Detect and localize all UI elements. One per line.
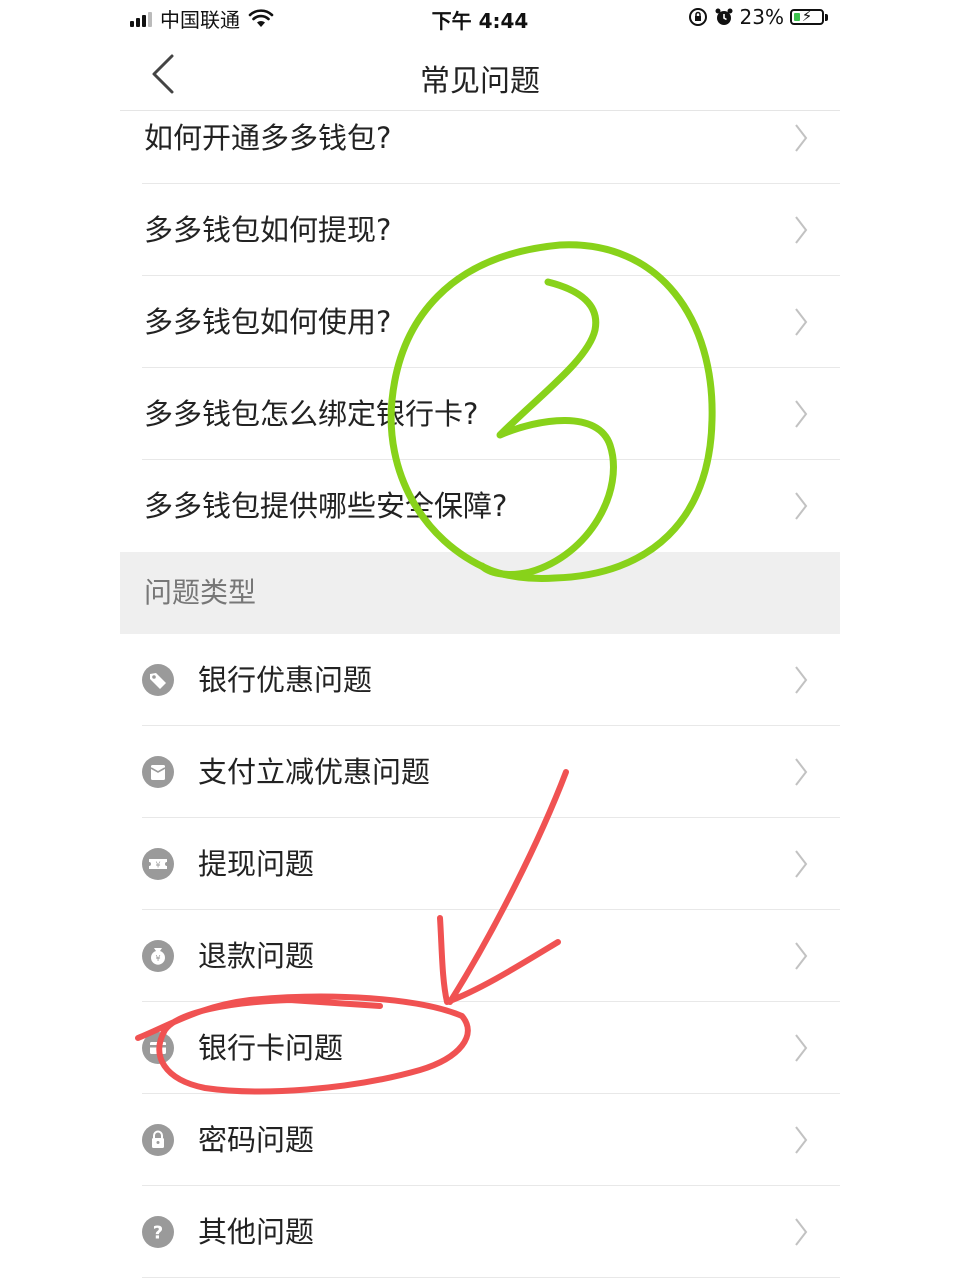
category-payment-discount[interactable]: 支付立减优惠问题: [120, 726, 840, 818]
status-right: 23% ⚡: [688, 5, 828, 29]
category-refund[interactable]: ¥ 退款问题: [120, 910, 840, 1002]
category-bank-card[interactable]: 银行卡问题: [120, 1002, 840, 1094]
chevron-right-icon: [795, 400, 808, 428]
battery-percent: 23%: [739, 5, 784, 29]
chevron-left-icon: [152, 54, 174, 94]
category-label: 密码问题: [198, 1123, 315, 1157]
faq-item-label: 多多钱包如何使用?: [144, 305, 392, 339]
category-list: 银行优惠问题 支付立减优惠问题 ¥ 提现问题 ¥ 退款问题 银行卡问题 密码问题…: [120, 634, 840, 1278]
chevron-right-icon: [795, 124, 808, 152]
category-label: 其他问题: [198, 1215, 315, 1249]
status-bar: 中国联通 下午 4:44 23% ⚡: [120, 0, 840, 36]
faq-item-label: 如何开通多多钱包?: [144, 121, 392, 155]
svg-text:¥: ¥: [155, 861, 160, 870]
svg-text:¥: ¥: [155, 954, 160, 963]
faq-item-how-to-use[interactable]: 多多钱包如何使用?: [120, 276, 840, 368]
phone-screen: 中国联通 下午 4:44 23% ⚡ 常见问题 如何开通多多钱包? 多多钱包如何…: [120, 0, 840, 1280]
category-label: 退款问题: [198, 939, 315, 973]
category-label: 支付立减优惠问题: [198, 755, 431, 789]
faq-item-bind-card[interactable]: 多多钱包怎么绑定银行卡?: [120, 368, 840, 460]
chevron-right-icon: [795, 942, 808, 970]
chevron-right-icon: [795, 1218, 808, 1246]
chevron-right-icon: [795, 308, 808, 336]
chevron-right-icon: [795, 1034, 808, 1062]
envelope-icon: [142, 756, 174, 788]
chevron-right-icon: [795, 758, 808, 786]
faq-item-label: 多多钱包如何提现?: [144, 213, 392, 247]
alarm-icon: [715, 8, 733, 25]
category-label: 银行优惠问题: [198, 663, 373, 697]
faq-item-security[interactable]: 多多钱包提供哪些安全保障?: [120, 460, 840, 552]
rotation-lock-icon: [688, 8, 707, 26]
signal-icon: [130, 11, 152, 27]
faq-item-open-wallet[interactable]: 如何开通多多钱包?: [120, 92, 840, 184]
chevron-right-icon: [795, 850, 808, 878]
svg-text:?: ?: [153, 1223, 163, 1244]
category-other[interactable]: ? 其他问题: [120, 1186, 840, 1278]
carrier-name: 中国联通: [160, 8, 240, 32]
category-password[interactable]: 密码问题: [120, 1094, 840, 1186]
section-header: 问题类型: [120, 552, 840, 634]
faq-item-withdraw[interactable]: 多多钱包如何提现?: [120, 184, 840, 276]
chevron-right-icon: [795, 492, 808, 520]
chevron-right-icon: [795, 1126, 808, 1154]
chevron-right-icon: [795, 216, 808, 244]
tag-icon: [142, 664, 174, 696]
battery-icon: ⚡: [790, 7, 824, 25]
bank-card-icon: [142, 1032, 174, 1064]
faq-item-label: 多多钱包提供哪些安全保障?: [144, 489, 508, 523]
category-label: 提现问题: [198, 847, 315, 881]
question-icon: ?: [142, 1216, 174, 1248]
faq-list: 如何开通多多钱包? 多多钱包如何提现? 多多钱包如何使用? 多多钱包怎么绑定银行…: [120, 92, 840, 552]
ticket-icon: ¥: [142, 848, 174, 880]
section-title: 问题类型: [144, 576, 257, 609]
chevron-right-icon: [795, 666, 808, 694]
status-left: 中国联通: [130, 4, 274, 33]
category-bank-discount[interactable]: 银行优惠问题: [120, 634, 840, 726]
category-label: 银行卡问题: [198, 1031, 344, 1065]
faq-item-label: 多多钱包怎么绑定银行卡?: [144, 397, 479, 431]
back-button[interactable]: [146, 52, 186, 96]
lock-icon: [142, 1124, 174, 1156]
money-bag-icon: ¥: [142, 940, 174, 972]
wifi-icon: [248, 8, 274, 27]
category-withdraw[interactable]: ¥ 提现问题: [120, 818, 840, 910]
